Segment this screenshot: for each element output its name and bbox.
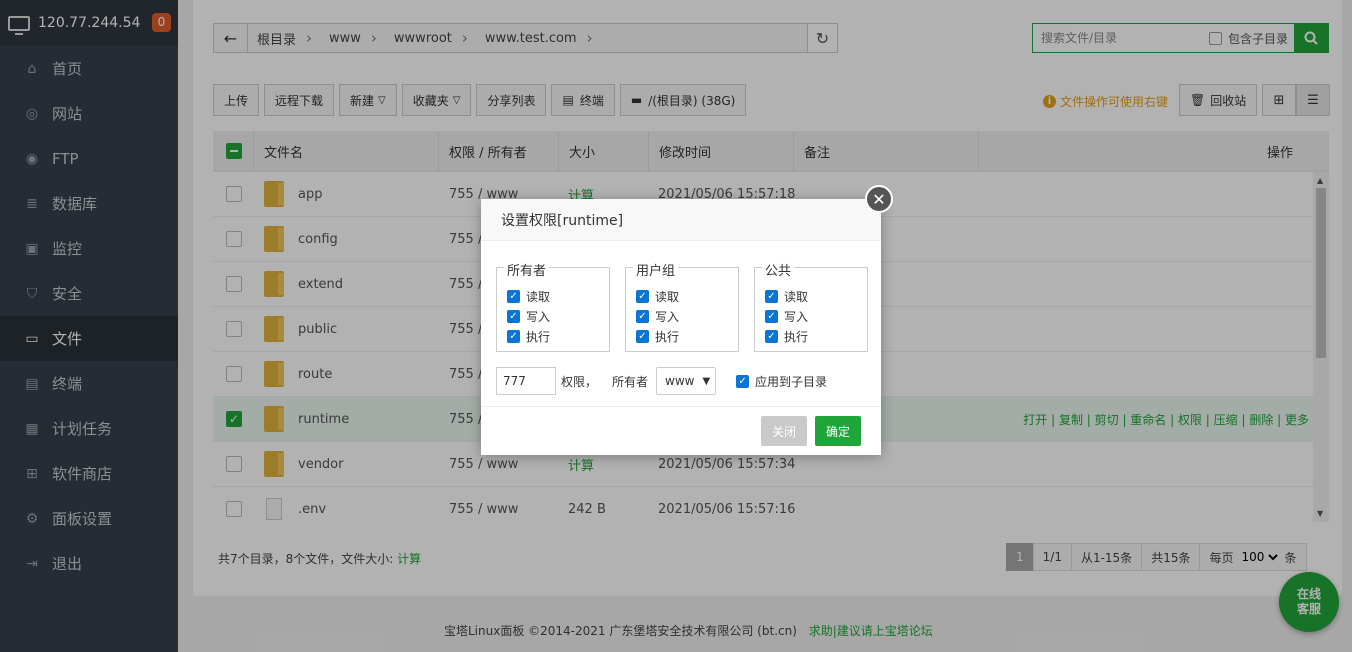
checkbox-checked-icon: ✓ [507,329,520,343]
opt-label: 读取 [655,289,680,304]
group-group: 用户组 ✓ 读取 ✓ 写入 ✓ 执行 [625,260,739,352]
group-legend: 用户组 [633,260,679,279]
group-legend: 所有者 [504,260,550,279]
apply-subdir-label: 应用到子目录 [755,374,828,389]
public-write-checkbox[interactable]: ✓ 写入 [765,306,867,326]
confirm-button[interactable]: 确定 [815,416,861,446]
close-icon[interactable]: ✕ [865,185,893,213]
opt-label: 写入 [784,309,809,324]
perm-number-input[interactable]: 777 [496,367,556,395]
group-exec-checkbox[interactable]: ✓ 执行 [636,326,738,346]
group-read-checkbox[interactable]: ✓ 读取 [636,286,738,306]
checkbox-checked-icon: ✓ [765,309,778,323]
perm-value-row: 777 权限， 所有者 www ▼ ✓ 应用到子目录 [496,367,827,395]
checkbox-checked-icon: ✓ [507,309,520,323]
opt-label: 执行 [655,329,680,344]
owner-group: 所有者 ✓ 读取 ✓ 写入 ✓ 执行 [496,260,610,352]
checkbox-checked-icon: ✓ [765,329,778,343]
dialog-footer: 关闭 确定 [481,406,881,455]
opt-label: 执行 [526,329,551,344]
public-exec-checkbox[interactable]: ✓ 执行 [765,326,867,346]
checkbox-checked-icon: ✓ [636,309,649,323]
opt-label: 读取 [784,289,809,304]
perm-label: 权限， [561,374,598,389]
public-group: 公共 ✓ 读取 ✓ 写入 ✓ 执行 [754,260,868,352]
owner-write-checkbox[interactable]: ✓ 写入 [507,306,609,326]
opt-label: 执行 [784,329,809,344]
dialog-title: 设置权限[runtime] [481,199,881,241]
opt-label: 写入 [655,309,680,324]
owner-value: www [665,374,695,388]
opt-label: 写入 [526,309,551,324]
group-legend: 公共 [762,260,795,279]
checkbox-checked-icon: ✓ [636,289,649,303]
checkbox-checked-icon: ✓ [507,289,520,303]
close-button[interactable]: 关闭 [761,416,807,446]
owner-select[interactable]: www ▼ [656,367,717,395]
checkbox-checked-icon: ✓ [636,329,649,343]
perm-groups: 所有者 ✓ 读取 ✓ 写入 ✓ 执行 用户组 ✓ 读取 ✓ 写入 ✓ 执行 公共 ✓ 读取 ✓… [496,260,883,352]
checkbox-checked-icon: ✓ [736,374,750,388]
owner-read-checkbox[interactable]: ✓ 读取 [507,286,609,306]
apply-subdir-checkbox[interactable]: ✓ 应用到子目录 [736,373,827,390]
group-write-checkbox[interactable]: ✓ 写入 [636,306,738,326]
opt-label: 读取 [526,289,551,304]
public-read-checkbox[interactable]: ✓ 读取 [765,286,867,306]
chevron-down-icon: ▼ [702,375,711,387]
owner-label: 所有者 [612,374,649,389]
checkbox-checked-icon: ✓ [765,289,778,303]
owner-exec-checkbox[interactable]: ✓ 执行 [507,326,609,346]
permission-dialog: 设置权限[runtime] ✕ 所有者 ✓ 读取 ✓ 写入 ✓ 执行 用户组 ✓ 读取 … [481,185,893,455]
